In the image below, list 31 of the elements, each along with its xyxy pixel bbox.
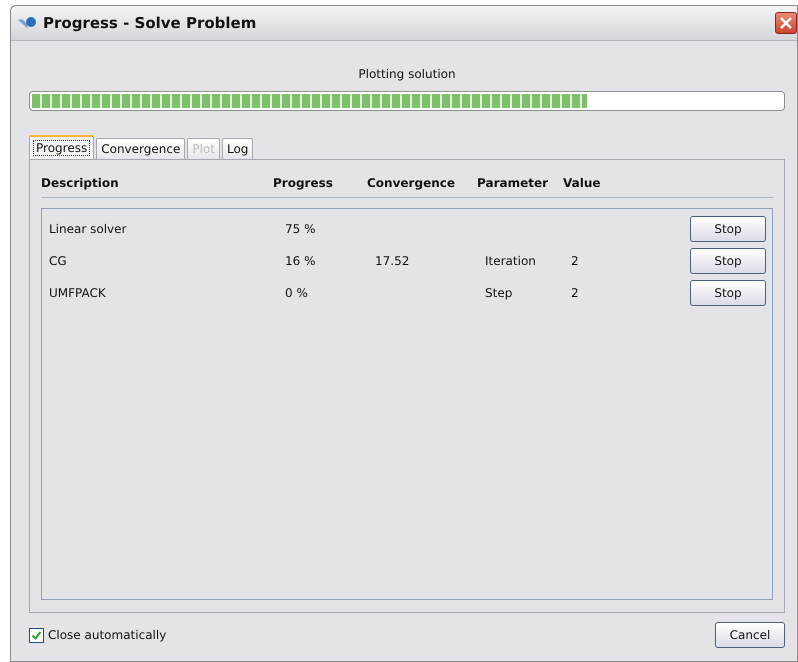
table-cell-text: 17.52 bbox=[375, 254, 410, 268]
table-cell-text: 0 % bbox=[284, 286, 309, 300]
close-button[interactable] bbox=[775, 12, 797, 34]
close-icon bbox=[779, 16, 793, 30]
tab[interactable]: Convergence bbox=[96, 138, 186, 159]
table-cell-text: CG bbox=[49, 254, 68, 268]
table-cell-text: UMFPACK bbox=[49, 286, 107, 300]
column-header: Parameter bbox=[477, 176, 550, 190]
app-logo-icon bbox=[17, 15, 37, 31]
table-cell-text: 75 % bbox=[284, 222, 316, 236]
cancel-button[interactable]: Cancel bbox=[715, 622, 785, 648]
stop-button[interactable]: Stop bbox=[690, 280, 766, 306]
checkbox-label: Close automatically bbox=[48, 628, 166, 642]
column-header: Convergence bbox=[367, 176, 456, 190]
tab[interactable]: Progress bbox=[29, 135, 94, 159]
table-cell-text: 2 bbox=[571, 286, 580, 300]
table-cell-text: Linear solver bbox=[49, 222, 128, 236]
tab[interactable]: Log bbox=[222, 138, 254, 159]
checkbox[interactable] bbox=[29, 628, 44, 642]
table-cell-text: 2 bbox=[571, 254, 580, 268]
stop-button[interactable]: Stop bbox=[690, 216, 766, 242]
table-cell-text: 16 % bbox=[284, 254, 316, 268]
table-cell-text: Iteration bbox=[485, 254, 537, 268]
column-header: Progress bbox=[273, 176, 334, 190]
column-header: Value bbox=[563, 176, 602, 190]
stop-button[interactable]: Stop bbox=[690, 248, 766, 274]
status-label: Plotting solution bbox=[358, 67, 456, 81]
window-title: Progress - Solve Problem bbox=[43, 14, 258, 32]
table-cell-text: Step bbox=[485, 286, 514, 300]
check-icon bbox=[31, 630, 42, 640]
column-header: Description bbox=[41, 176, 120, 190]
